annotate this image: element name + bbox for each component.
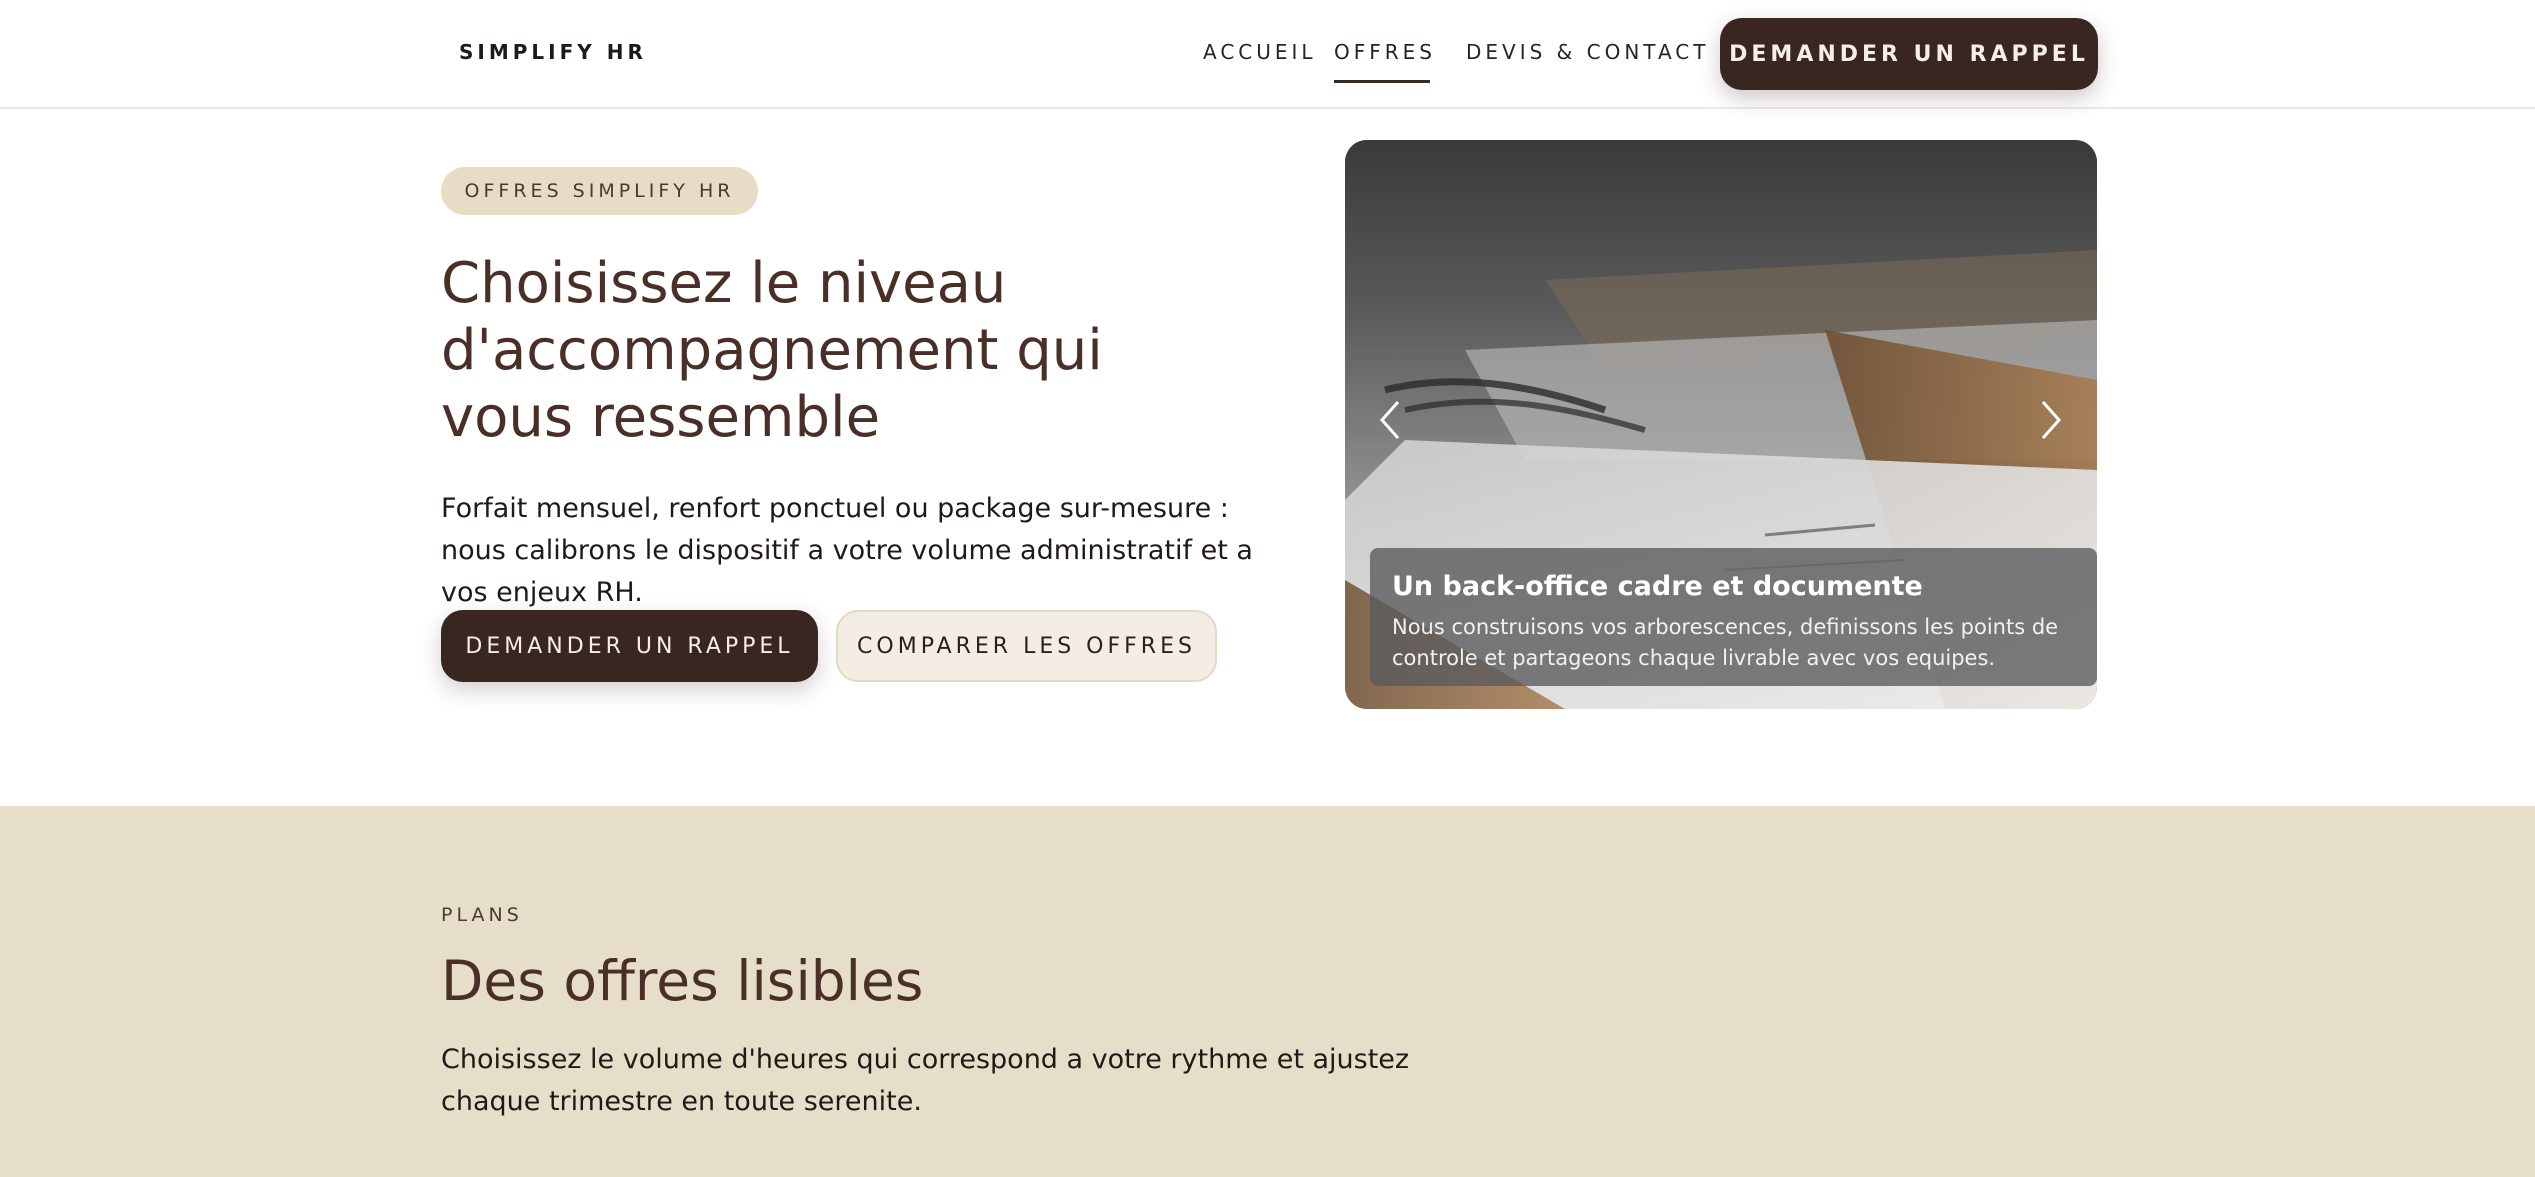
carousel-prev-button[interactable] xyxy=(1375,398,1405,442)
carousel-caption: Un back-office cadre et documente Nous c… xyxy=(1370,548,2097,686)
header-callback-button[interactable]: DEMANDER UN RAPPEL xyxy=(1720,18,2098,90)
nav-link-devis-contact[interactable]: DEVIS & CONTACT xyxy=(1466,40,1709,64)
hero-lead: Forfait mensuel, renfort ponctuel ou pac… xyxy=(441,493,1253,608)
request-callback-button[interactable]: DEMANDER UN RAPPEL xyxy=(441,610,818,682)
top-navigation-bar: SIMPLIFY HR ACCUEIL OFFRES DEVIS & CONTA… xyxy=(0,0,2535,109)
chevron-left-icon xyxy=(1379,401,1400,439)
compare-offers-button[interactable]: COMPARER LES OFFRES xyxy=(836,610,1217,682)
nav-link-offres[interactable]: OFFRES xyxy=(1334,40,1436,64)
plans-eyebrow: PLANS xyxy=(441,904,523,926)
brand-logo[interactable]: SIMPLIFY HR xyxy=(459,40,647,64)
plans-title: Des offres lisibles xyxy=(441,949,924,1013)
carousel-caption-text: Nous construisons vos arborescences, def… xyxy=(1392,615,2059,670)
offers-badge: OFFRES SIMPLIFY HR xyxy=(441,167,758,215)
active-nav-indicator xyxy=(1334,80,1430,83)
chevron-right-icon xyxy=(2041,401,2062,439)
carousel-caption-title: Un back-office cadre et documente xyxy=(1392,571,1923,602)
nav-link-accueil[interactable]: ACCUEIL xyxy=(1203,40,1317,64)
hero-title: Choisissez le niveau d'accompagnement qu… xyxy=(441,251,1103,450)
carousel-next-button[interactable] xyxy=(2036,398,2066,442)
plans-lead: Choisissez le volume d'heures qui corres… xyxy=(441,1044,1410,1117)
